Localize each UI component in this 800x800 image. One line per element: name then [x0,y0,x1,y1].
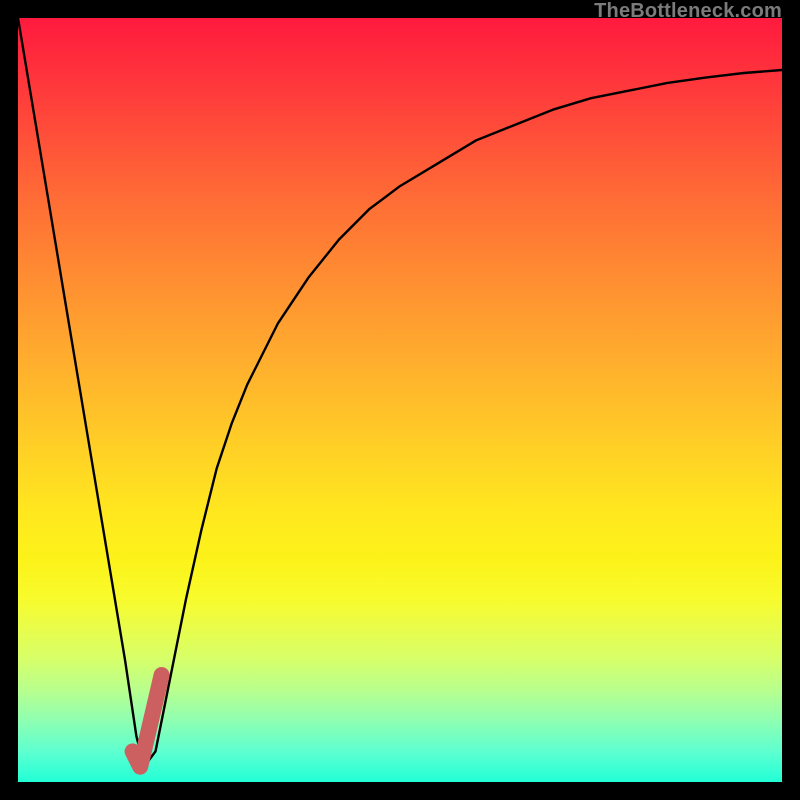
chart-svg [18,18,782,782]
chart-frame: TheBottleneck.com [0,0,800,800]
bottleneck-curve-path [18,18,782,767]
plot-area [18,18,782,782]
watermark-text: TheBottleneck.com [594,0,782,23]
j-marker-path [133,675,162,767]
